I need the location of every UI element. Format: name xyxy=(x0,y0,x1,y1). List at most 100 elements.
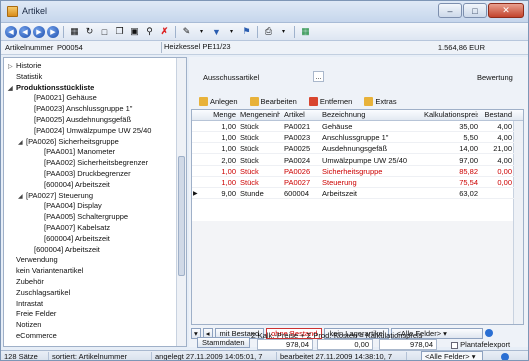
tree-item[interactable]: [PAA005] Schaltergruppe xyxy=(36,212,128,222)
tree-item[interactable]: eCommerce xyxy=(8,331,57,341)
tree-item[interactable]: [PA0023] Anschlussgruppe 1" xyxy=(26,104,132,114)
table-row[interactable]: 1,00 Stück PA0023 Anschlussgruppe 1" 5,50 4,0… xyxy=(192,133,523,144)
tree-item[interactable]: Zubehör xyxy=(8,277,44,287)
tree-item[interactable]: [PAA003] Druckbegrenzer xyxy=(36,169,131,179)
tree-item[interactable]: Freie Felder xyxy=(8,309,56,319)
column-header[interactable]: Menge xyxy=(200,110,236,120)
table-cell: 1,00 xyxy=(221,122,236,131)
dropdown-icon[interactable]: ▾ xyxy=(195,25,208,38)
tree-item[interactable]: Intrastat xyxy=(8,299,43,309)
window-controls: ‒ □ ✕ xyxy=(438,3,524,18)
column-header[interactable]: Bestand xyxy=(480,110,512,120)
tree-item[interactable]: Notizen xyxy=(8,320,41,330)
table-row[interactable]: 1,00 Stück PA0026 Sicherheitsgruppe 85,82 0,0… xyxy=(192,167,523,177)
checkbox-box[interactable] xyxy=(451,341,458,349)
bookmark-icon[interactable]: ⚑ xyxy=(240,25,253,38)
table-cell: 1,00 xyxy=(221,133,236,143)
toolbar-separator xyxy=(257,25,258,38)
stueckliste-table: Menge Mengeneinh Artikel Bezeichnung Kalkula… xyxy=(191,109,524,325)
tree-item[interactable]: [PAA001] Manometer xyxy=(36,147,115,157)
entfernen-action-button[interactable]: Entfernen xyxy=(305,96,357,107)
next-record-icon[interactable]: ▶ xyxy=(33,25,45,38)
tree-toggle-icon[interactable]: ▷ xyxy=(8,62,16,72)
grid-view-icon[interactable]: ▦ xyxy=(68,25,81,38)
tree-item[interactable]: Statistik xyxy=(8,72,42,82)
column-header[interactable]: Artikel xyxy=(284,110,318,120)
search-icon[interactable]: ⚲ xyxy=(143,25,156,38)
tree-item[interactable]: [PAA004] Display xyxy=(36,201,102,211)
column-header[interactable]: Kalkulationspreis xyxy=(424,110,478,120)
tree-item[interactable]: [600004] Arbeitszeit xyxy=(26,245,100,255)
table-cell: 2,00 xyxy=(221,155,236,165)
table-row[interactable]: 1,00 Stück PA0021 Gehäuse 35,00 4,00 xyxy=(192,122,523,132)
tree-item-label: Statistik xyxy=(16,71,43,81)
extras-action-button[interactable]: Extras xyxy=(360,96,400,107)
tree-item[interactable]: ▷ Historie xyxy=(8,61,41,71)
tree-item[interactable]: [PAA002] Sicherheitsbegrenzer xyxy=(36,158,148,168)
edit-icon xyxy=(249,96,259,106)
tree-item-label: Intrastat xyxy=(16,298,44,308)
copy-icon[interactable]: ❐ xyxy=(113,25,126,38)
tree-item[interactable]: ◢ [PA0026] Sicherheitsgruppe xyxy=(18,137,119,147)
table-cell: Ausdehnungsgefäß xyxy=(322,144,388,154)
row-marker-icon xyxy=(193,178,199,188)
save-icon[interactable]: ▣ xyxy=(128,25,141,38)
tools-icon[interactable]: ✎ xyxy=(180,25,193,38)
tree-scrollbar[interactable] xyxy=(176,58,186,346)
refresh-icon[interactable]: ↻ xyxy=(83,25,96,38)
tree-item[interactable]: kein Variantenartikel xyxy=(8,266,83,276)
close-button[interactable]: ✕ xyxy=(488,3,524,18)
table-cell: 4,00 xyxy=(497,122,512,131)
tree-item[interactable]: [600004] Arbeitszeit xyxy=(36,180,110,190)
table-cell: PA0023 xyxy=(284,133,311,143)
table-row[interactable]: 1,00 Stück PA0027 Steuerung 75,54 0,00 xyxy=(192,178,523,188)
tree-item[interactable]: [PA0025] Ausdehnungsgefäß xyxy=(26,115,131,125)
action-label: Bearbeiten xyxy=(260,96,297,106)
table-cell: Stück xyxy=(240,122,259,131)
extras-icon xyxy=(364,96,374,106)
table-cell: 4,00 xyxy=(497,133,512,143)
column-header[interactable]: Bezeichnung xyxy=(322,110,422,120)
tree-item[interactable]: Zuschlagsartikel xyxy=(8,288,70,298)
tree-item[interactable]: [PA0024] Umwälzpumpe UW 25/40 xyxy=(26,126,151,136)
tree-item[interactable]: ◢ Produktionsstückliste xyxy=(8,83,94,93)
tree-item[interactable]: Verwendung xyxy=(8,255,58,265)
tree-scroll-thumb[interactable] xyxy=(178,156,185,276)
prev-record-icon[interactable]: ◀ xyxy=(19,25,31,38)
row-marker-icon xyxy=(193,122,199,132)
tree-toggle-icon[interactable]: ◢ xyxy=(8,84,16,94)
ausschuss-lookup-button[interactable]: ... xyxy=(313,71,324,82)
tree-item[interactable]: [600004] Arbeitszeit xyxy=(36,234,110,244)
table-row[interactable]: 2,00 Stück PA0024 Umwälzpumpe UW 25/40 97,00… xyxy=(192,156,523,166)
artikel-window: Artikel ‒ □ ✕ ◀ ◀ ▶ ▶ ▦ ↻ □ ❐ ▣ ⚲ ✗ ✎ ▾ … xyxy=(0,0,529,361)
minimize-button[interactable]: ‒ xyxy=(438,3,462,18)
filter-icon[interactable]: ▼ xyxy=(210,25,223,38)
table-row[interactable]: ▶ 9,00 Stunde 600004 Arbeitszeit 63,02 xyxy=(192,189,523,200)
table-row[interactable]: 1,00 Stück PA0025 Ausdehnungsgefäß 14,00 21,0… xyxy=(192,144,523,155)
print-icon[interactable]: ⎙ xyxy=(262,25,275,38)
anlegen-action-button[interactable]: Anlegen xyxy=(195,96,242,107)
column-header[interactable]: Mengeneinh xyxy=(240,110,280,120)
dropdown-icon[interactable]: ▾ xyxy=(225,25,238,38)
row-marker-icon xyxy=(193,133,199,143)
maximize-button[interactable]: □ xyxy=(463,3,487,18)
delete-icon[interactable]: ✗ xyxy=(158,25,171,38)
last-record-icon[interactable]: ▶ xyxy=(47,25,59,38)
new-icon[interactable]: □ xyxy=(98,25,111,38)
bearbeiten-action-button[interactable]: Bearbeiten xyxy=(246,96,301,107)
export-icon[interactable]: ▦ xyxy=(299,25,312,38)
tree-item[interactable]: ◢ [PA0027] Steuerung xyxy=(18,191,93,201)
status-field-select[interactable]: <Alle Felder> ▾ xyxy=(421,351,483,360)
tree-toggle-icon[interactable]: ◢ xyxy=(18,138,26,148)
toolbar: ◀ ◀ ▶ ▶ ▦ ↻ □ ❐ ▣ ⚲ ✗ ✎ ▾ ▼ ▾ ⚑ ⎙ ▾ ▦ xyxy=(1,23,528,41)
dropdown-icon[interactable]: ▾ xyxy=(277,25,290,38)
tree-item[interactable]: [PA0021] Gehäuse xyxy=(26,93,97,103)
tree-item[interactable]: [PAA007] Kabelsatz xyxy=(36,223,110,233)
tree-toggle-icon[interactable]: ◢ xyxy=(18,192,26,202)
stammdaten-button[interactable]: Stammdaten xyxy=(197,337,250,348)
plantafelexport-checkbox[interactable]: Plantafelexport xyxy=(451,340,510,349)
table-cell: 0,00 xyxy=(497,166,512,176)
first-record-icon[interactable]: ◀ xyxy=(5,25,17,38)
tree-item-label: [PAA005] Schaltergruppe xyxy=(44,212,129,222)
created-status: angelegt 27.11.2009 14:05:01, 7 xyxy=(152,352,277,360)
